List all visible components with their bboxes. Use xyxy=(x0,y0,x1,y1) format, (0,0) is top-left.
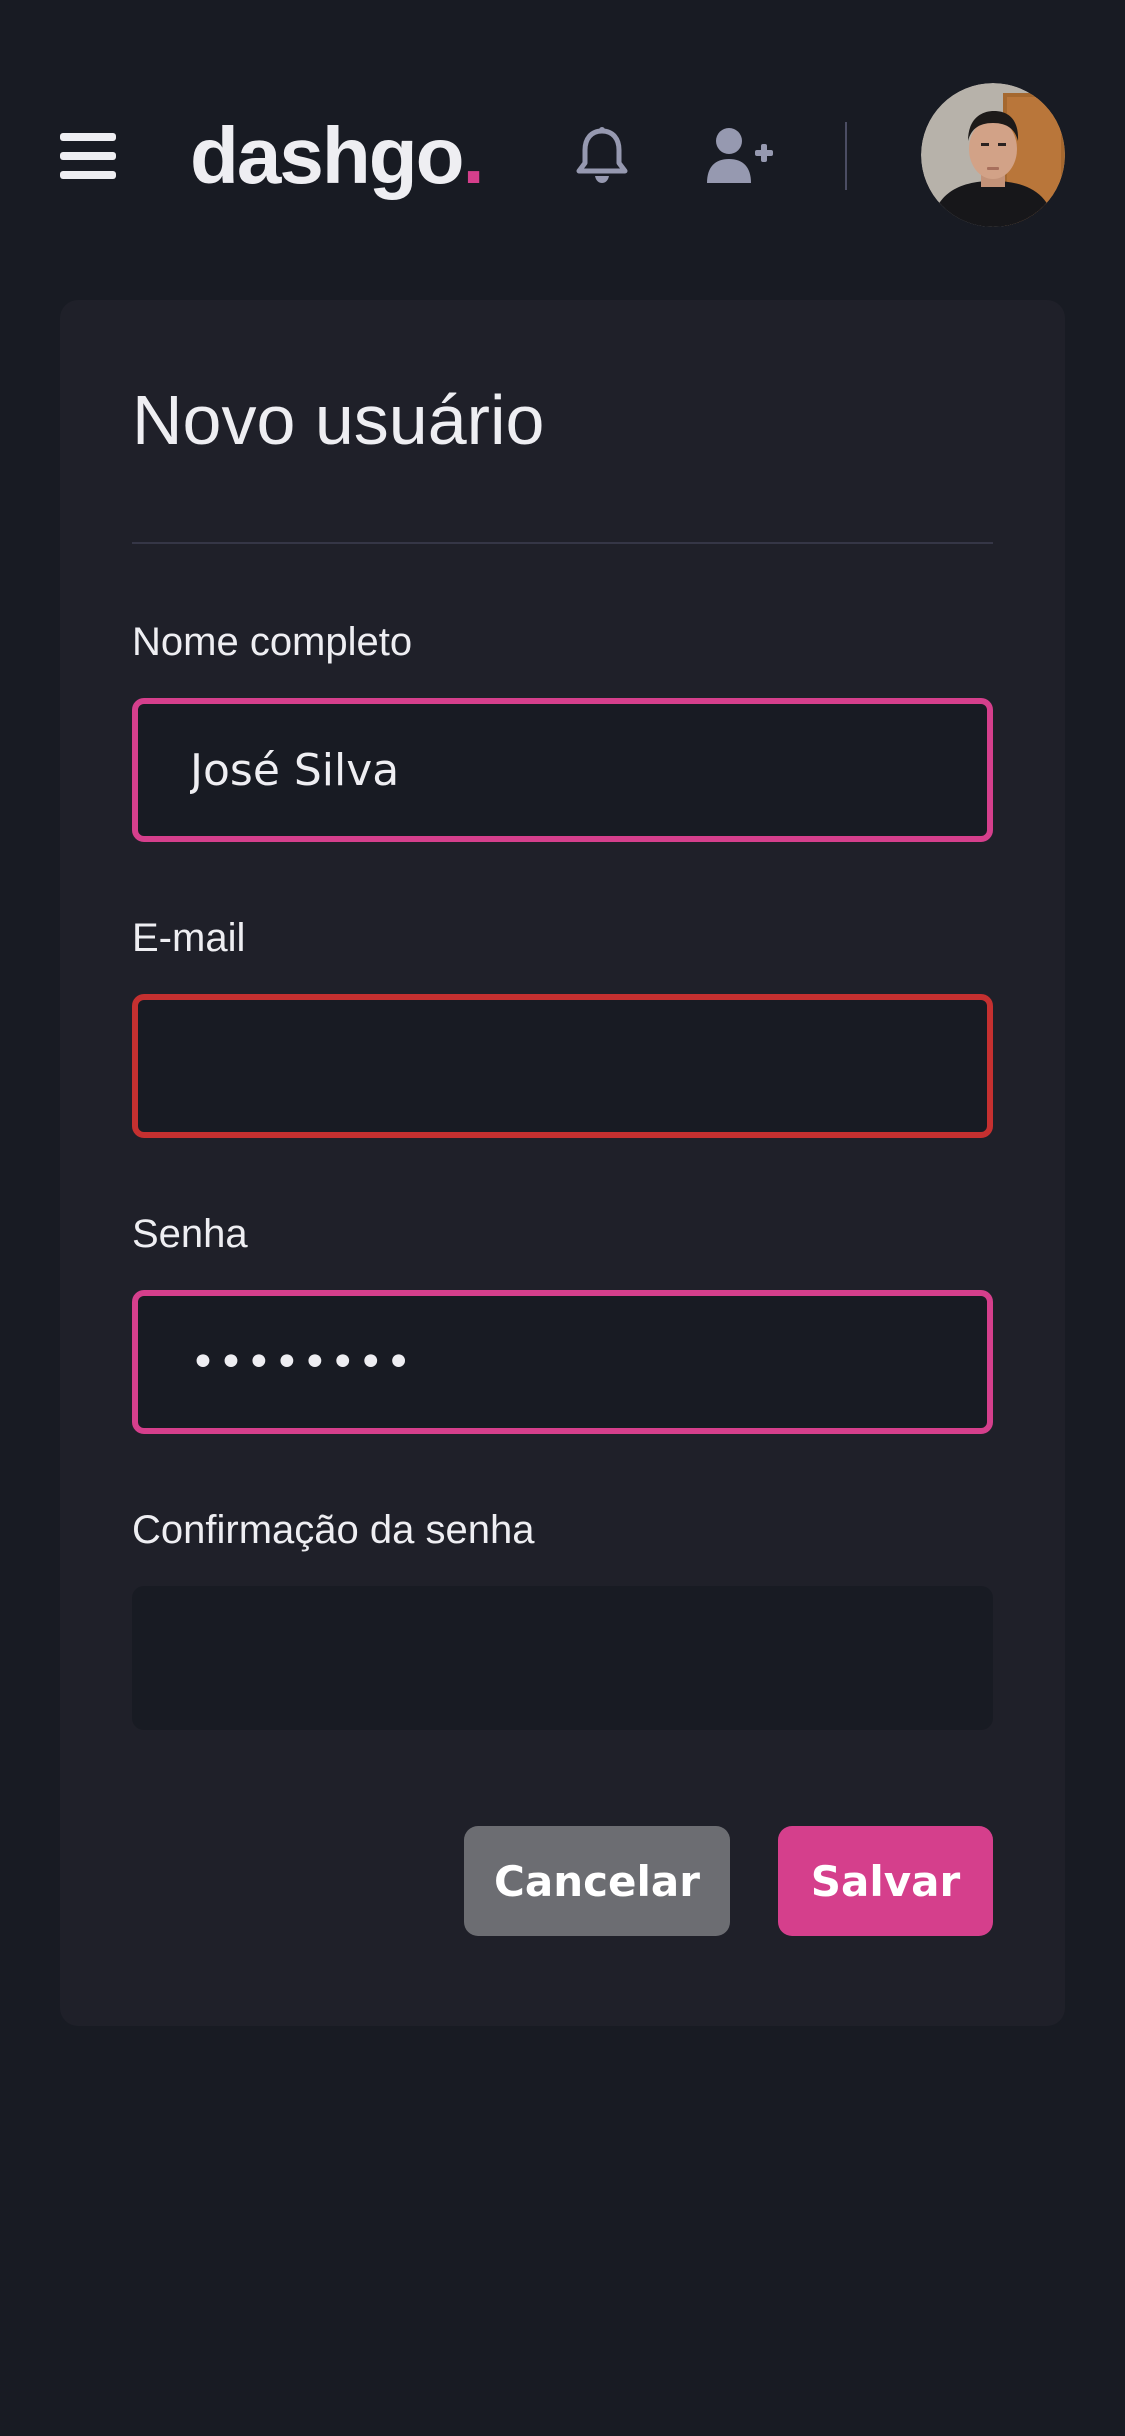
header-divider xyxy=(845,122,847,190)
password-confirmation-label: Confirmação da senha xyxy=(132,1508,535,1552)
bell-icon[interactable] xyxy=(566,120,638,192)
title-divider xyxy=(132,542,993,544)
name-field[interactable] xyxy=(132,698,993,842)
logo-dot: . xyxy=(462,111,484,200)
user-avatar[interactable] xyxy=(921,83,1065,227)
logo[interactable]: dashgo. xyxy=(190,108,485,204)
password-label: Senha xyxy=(132,1212,248,1256)
app-header: dashgo. xyxy=(0,0,1125,300)
save-button[interactable]: Salvar xyxy=(778,1826,993,1936)
new-user-form-card: Novo usuário Nome completo E-mail Senha … xyxy=(60,300,1065,2026)
user-plus-icon[interactable] xyxy=(700,120,780,192)
logo-text: dashgo xyxy=(190,111,464,200)
page-title: Novo usuário xyxy=(132,381,545,459)
name-label: Nome completo xyxy=(132,620,413,664)
password-confirmation-field[interactable] xyxy=(132,1586,993,1730)
email-label: E-mail xyxy=(132,916,246,960)
password-field[interactable] xyxy=(132,1290,993,1434)
email-field[interactable] xyxy=(132,994,993,1138)
cancel-button[interactable]: Cancelar xyxy=(464,1826,730,1936)
hamburger-menu-icon[interactable] xyxy=(52,120,124,192)
